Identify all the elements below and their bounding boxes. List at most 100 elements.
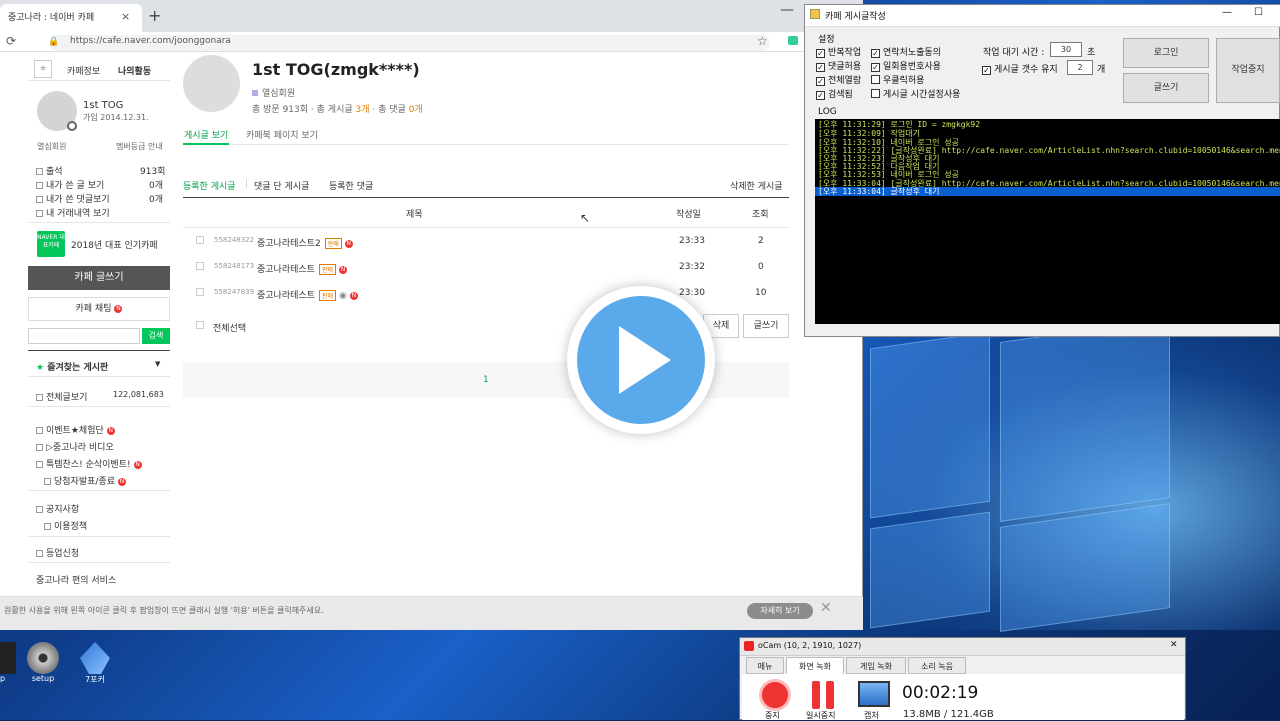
check-schedule[interactable]: 게시글 시간설정사용 <box>871 87 960 100</box>
stop-button[interactable]: 작업중지 <box>1216 38 1280 103</box>
search-input[interactable] <box>28 328 140 344</box>
close-icon[interactable]: ✕ <box>820 600 832 616</box>
wait-time-input[interactable]: 30 <box>1050 42 1082 57</box>
sidebar-item-special[interactable]: 특템찬스! 순삭이벤트! N <box>36 457 142 470</box>
level-guide-link[interactable]: 멤버등급 안내 <box>116 141 163 152</box>
pause-icon[interactable] <box>812 681 820 709</box>
board-icon <box>36 550 43 557</box>
new-tab-button[interactable]: + <box>148 6 161 25</box>
page-1[interactable]: 1 <box>483 375 489 385</box>
row-checkbox[interactable] <box>196 262 204 270</box>
stat-trade-history[interactable]: 내 거래내역 보기 <box>36 206 110 219</box>
desktop-icon-setup[interactable]: setup <box>21 642 65 683</box>
sidebar-item-winners[interactable]: 당첨자발표/종료 N <box>44 474 126 487</box>
member-level: 열심회원 <box>252 86 295 99</box>
divider <box>28 562 170 563</box>
page-title: 1st TOG(zmgk****) <box>252 60 420 79</box>
tab-cafebook[interactable]: 카페북 페이지 보기 <box>246 128 318 141</box>
menu-label: 당첨자발표/종료 <box>54 477 115 487</box>
stat-my-comments[interactable]: 내가 쓴 댓글보기 <box>36 192 110 205</box>
search-button[interactable]: 검색 <box>142 328 170 344</box>
close-icon[interactable]: ✕ <box>1170 640 1178 650</box>
write-button[interactable]: 글쓰기 <box>1123 73 1209 103</box>
post-id: 558248322 <box>214 236 255 244</box>
stat-label: 내 거래내역 보기 <box>46 209 110 219</box>
ocam-tab-menu[interactable]: 메뉴 <box>746 657 784 674</box>
post-title: 중고나라테스트 <box>257 265 315 275</box>
stat-my-posts[interactable]: 내가 쓴 글 보기 <box>36 178 104 191</box>
stop-record-icon[interactable] <box>759 679 791 711</box>
url-text: https://cafe.naver.com/joonggonara <box>70 36 231 46</box>
row-checkbox[interactable] <box>196 288 204 296</box>
cafe-write-button[interactable]: 카페 글쓰기 <box>28 266 170 290</box>
keep-count-check[interactable]: ✓ 게시글 갯수 유지 <box>982 62 1058 75</box>
url-field[interactable]: https://cafe.naver.com/joonggonara <box>50 35 770 51</box>
app-icon <box>0 642 16 674</box>
divider <box>183 227 789 228</box>
profile-avatar <box>183 55 240 112</box>
sale-tag: 판매 <box>318 290 337 301</box>
bookmark-star-icon[interactable]: ☆ <box>757 34 768 48</box>
check-contact[interactable]: ✓ 연락처노출동의 <box>871 45 941 58</box>
check-rightclick[interactable]: 우클릭허용 <box>871 73 924 86</box>
tab-close-icon[interactable]: × <box>121 10 130 23</box>
maximize-button[interactable]: ☐ <box>1254 7 1263 18</box>
sidebar-item-event[interactable]: 이벤트★체험단 N <box>36 423 115 436</box>
all-posts-link[interactable]: 전체글보기 <box>36 390 87 403</box>
check-public[interactable]: ✓ 전체열람 <box>816 73 861 86</box>
check-onetime[interactable]: ✓ 일회용번호사용 <box>871 59 941 72</box>
window-minimize-button[interactable]: — <box>780 2 794 18</box>
sidebar-tab-my-activity[interactable]: 나의활동 <box>118 64 151 77</box>
reload-icon[interactable]: ⟳ <box>6 34 16 48</box>
check-searchable[interactable]: ✓ 검색됨 <box>816 87 853 100</box>
subtab-my-posts[interactable]: 등록한 게시글 <box>183 179 236 192</box>
subtab-commented[interactable]: 댓글 단 게시글 <box>254 179 309 192</box>
check-label: 게시글 시간설정사용 <box>883 90 961 100</box>
check-label: 게시글 갯수 유지 <box>994 65 1058 75</box>
ocam-tab-screen[interactable]: 화면 녹화 <box>786 657 844 674</box>
ocam-tab-game[interactable]: 게임 녹화 <box>846 657 906 674</box>
write-button[interactable]: 글쓰기 <box>743 314 789 338</box>
stat-label: 출석 <box>46 167 63 177</box>
keep-count-input[interactable]: 2 <box>1067 60 1093 75</box>
column-views: 조회 <box>752 210 769 220</box>
stat-attendance[interactable]: 출석 <box>36 164 63 177</box>
check-label: 반복작업 <box>828 48 862 58</box>
desktop-icon-partial[interactable]: p <box>0 642 22 683</box>
sidebar-item-policy[interactable]: 이용정책 <box>44 519 87 532</box>
deleted-posts-link[interactable]: 삭제한 게시글 <box>730 179 783 192</box>
chevron-down-icon[interactable]: ▼ <box>155 360 160 368</box>
stat-label: 내가 쓴 댓글보기 <box>46 195 110 205</box>
notice-detail-button[interactable]: 자세히 보기 <box>747 603 813 619</box>
favorites-header[interactable]: ★ 즐겨찾는 게시판 <box>36 360 108 373</box>
sidebar-tab-cafe-info[interactable]: 카페정보 <box>67 64 100 77</box>
ocam-tab-audio[interactable]: 소리 녹음 <box>908 657 966 674</box>
login-button[interactable]: 로그인 <box>1123 38 1209 68</box>
table-row[interactable]: 중고나라테스트2 판매 N <box>257 236 353 249</box>
settings-icon[interactable] <box>67 121 77 131</box>
cafe-chat-button[interactable]: 카페 채팅 N <box>28 297 170 321</box>
chat-label: 카페 채팅 <box>75 304 112 314</box>
tab-posts[interactable]: 게시글 보기 <box>184 128 228 141</box>
minimize-button[interactable]: — <box>1222 7 1232 18</box>
sidebar-item-levelup[interactable]: 등업신청 <box>36 546 79 559</box>
separator: | <box>245 179 249 189</box>
extension-icon[interactable] <box>788 36 798 45</box>
select-all-checkbox[interactable] <box>196 321 204 329</box>
desktop-icon-poker[interactable]: 7포커 <box>73 642 117 685</box>
sidebar-item-notice[interactable]: 공지사항 <box>36 502 79 515</box>
sidebar-item-video[interactable]: ▷중고나라 비디오 <box>36 440 114 453</box>
comments-label: · 총 댓글 <box>372 105 406 115</box>
settings-group-label: 설정 <box>818 35 835 45</box>
star-icon[interactable]: ★ <box>34 60 52 78</box>
profile-stats: 총 방문 913회 · 총 게시글 3개 · 총 댓글 0개 <box>252 102 423 115</box>
check-comment[interactable]: ✓ 댓글허용 <box>816 59 861 72</box>
subtab-my-comments[interactable]: 등록한 댓글 <box>329 179 373 192</box>
ocam-capture-label: 캡처 <box>864 711 879 720</box>
row-checkbox[interactable] <box>196 236 204 244</box>
monitor-icon[interactable] <box>858 681 890 707</box>
table-row[interactable]: 중고나라테스트 판매 N <box>257 262 348 275</box>
table-row[interactable]: 중고나라테스트 판매 ◉ N <box>257 288 358 301</box>
check-repeat[interactable]: ✓ 반복작업 <box>816 45 861 58</box>
all-posts-label: 전체글보기 <box>46 393 88 403</box>
